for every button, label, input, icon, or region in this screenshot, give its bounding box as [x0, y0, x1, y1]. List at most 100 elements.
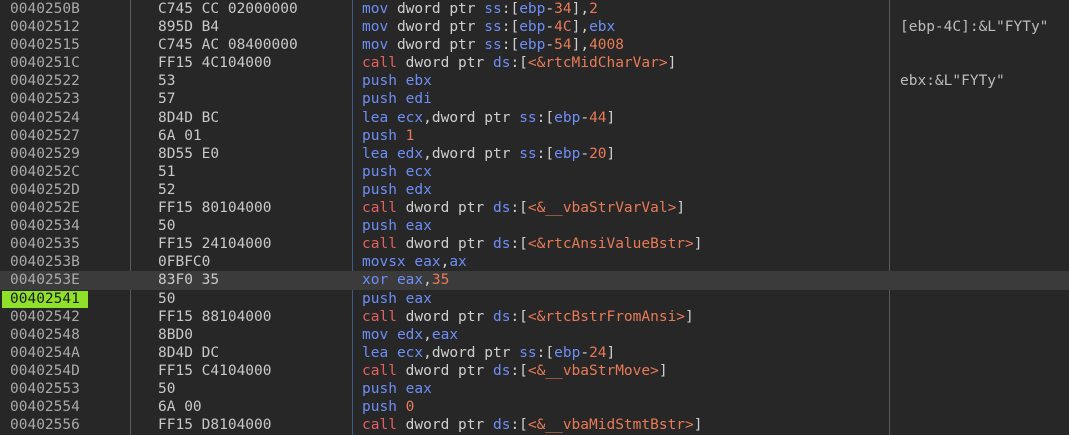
- instruction-row[interactable]: 0040253E 83F0 35 xor eax,35: [0, 271, 1069, 290]
- instruction-row[interactable]: 00402556 FF15 D8104000 call dword ptr ds:[…: [0, 416, 1069, 434]
- row-bytes: 57: [158, 91, 176, 108]
- instruction-row[interactable]: 00402548 8BD0 mov edx,eax: [0, 326, 1069, 344]
- instruction-row[interactable]: 0040250B C745 CC 02000000 mov dword ptr ss…: [0, 0, 1069, 18]
- row-instruction[interactable]: call dword ptr ds:[<&rtcBstrFromAnsi>]: [362, 308, 694, 326]
- row-address[interactable]: 00402529: [10, 145, 80, 163]
- row-instruction[interactable]: lea ecx,dword ptr ss:[ebp-44]: [362, 109, 615, 127]
- row-address[interactable]: 0040254D: [10, 362, 80, 380]
- row-address[interactable]: 0040252D: [10, 181, 80, 199]
- row-instruction[interactable]: push edx: [362, 181, 432, 199]
- row-address[interactable]: 00402515: [10, 36, 80, 54]
- row-address[interactable]: 0040251C: [10, 54, 80, 72]
- row-comment: ebx:&L"FYTy": [900, 73, 1005, 90]
- row-instruction[interactable]: push eax: [362, 380, 432, 398]
- row-bytes: 6A 00: [158, 399, 202, 416]
- row-instruction[interactable]: xor eax,35: [362, 271, 449, 289]
- instruction-row[interactable]: 00402554 6A 00 push 0: [0, 398, 1069, 416]
- row-bytes: 8BD0: [158, 326, 193, 343]
- row-instruction[interactable]: push 0: [362, 398, 414, 416]
- row-instruction[interactable]: call dword ptr ds:[<&rtcMidCharVar>]: [362, 54, 676, 72]
- row-bytes: FF15 80104000: [158, 200, 272, 217]
- row-bytes: 6A 01: [158, 127, 202, 144]
- row-address[interactable]: 0040252E: [10, 199, 80, 217]
- row-bytes: 51: [158, 163, 176, 180]
- instruction-row[interactable]: 00402512 895D B4 mov dword ptr ss:[ebp-4C]…: [0, 18, 1069, 36]
- row-bytes: FF15 C4104000: [158, 362, 272, 379]
- row-address[interactable]: 00402524: [10, 109, 80, 127]
- current-instruction-address[interactable]: 00402541: [2, 290, 88, 308]
- instruction-row[interactable]: 00402553 50 push eax: [0, 380, 1069, 398]
- row-address[interactable]: 00402556: [10, 416, 80, 434]
- instruction-row[interactable]: 0040251C FF15 4C104000 call dword ptr ds:[…: [0, 54, 1069, 72]
- instruction-row[interactable]: 00402524 8D4D BC lea ecx,dword ptr ss:[ebp…: [0, 109, 1069, 127]
- row-bytes: 895D B4: [158, 19, 220, 36]
- instruction-row[interactable]: 0040252E FF15 80104000 call dword ptr ds:[…: [0, 199, 1069, 217]
- row-bytes: 0FBFC0: [158, 254, 211, 271]
- instruction-row[interactable]: 00402527 6A 01 push 1: [0, 127, 1069, 145]
- row-instruction[interactable]: mov dword ptr ss:[ebp-54],4008: [362, 36, 624, 54]
- row-instruction[interactable]: push eax: [362, 290, 432, 308]
- row-address[interactable]: 00402553: [10, 380, 80, 398]
- instruction-row[interactable]: 0040252D 52 push edx: [0, 181, 1069, 199]
- row-address[interactable]: 0040252C: [10, 163, 80, 181]
- instruction-row[interactable]: 00402529 8D55 E0 lea edx,dword ptr ss:[ebp…: [0, 145, 1069, 163]
- row-instruction[interactable]: push ecx: [362, 163, 432, 181]
- row-bytes: 8D4D DC: [158, 344, 220, 361]
- row-instruction[interactable]: call dword ptr ds:[<&__vbaStrVarVal>]: [362, 199, 685, 217]
- row-bytes: FF15 24104000: [158, 236, 272, 253]
- row-comment: [ebp-4C]:&L"FYTy": [900, 19, 1049, 36]
- disassembly-view: 0040250B C745 CC 02000000 mov dword ptr ss…: [0, 0, 1069, 435]
- instruction-row[interactable]: 00402541 50 push eax: [0, 290, 1069, 308]
- instruction-row[interactable]: 00402534 50 push eax: [0, 217, 1069, 235]
- row-bytes: FF15 88104000: [158, 308, 272, 325]
- row-address[interactable]: 00402548: [10, 326, 80, 344]
- instruction-row[interactable]: 0040254A 8D4D DC lea ecx,dword ptr ss:[ebp…: [0, 344, 1069, 362]
- row-instruction[interactable]: mov dword ptr ss:[ebp-4C],ebx: [362, 18, 615, 36]
- row-address[interactable]: 00402534: [10, 217, 80, 235]
- row-bytes: 52: [158, 181, 176, 198]
- row-instruction[interactable]: push eax: [362, 217, 432, 235]
- row-instruction[interactable]: mov dword ptr ss:[ebp-34],2: [362, 0, 598, 18]
- disassembly-rows: 0040250B C745 CC 02000000 mov dword ptr ss…: [0, 0, 1069, 434]
- row-bytes: 50: [158, 380, 176, 397]
- row-bytes: 83F0 35: [158, 272, 220, 289]
- instruction-row[interactable]: 00402523 57 push edi: [0, 90, 1069, 108]
- row-address[interactable]: 0040250B: [10, 0, 80, 18]
- row-bytes: C745 CC 02000000: [158, 1, 298, 17]
- row-address[interactable]: 00402512: [10, 18, 80, 36]
- row-address[interactable]: 0040254A: [10, 344, 80, 362]
- row-address[interactable]: 0040253E: [10, 271, 80, 289]
- row-address[interactable]: 00402535: [10, 235, 80, 253]
- row-instruction[interactable]: call dword ptr ds:[<&__vbaMidStmtBstr>]: [362, 416, 703, 434]
- row-instruction[interactable]: lea edx,dword ptr ss:[ebp-20]: [362, 145, 615, 163]
- row-bytes: 53: [158, 73, 176, 90]
- instruction-row[interactable]: 00402535 FF15 24104000 call dword ptr ds:[…: [0, 235, 1069, 253]
- row-bytes: 8D4D BC: [158, 109, 220, 126]
- instruction-row[interactable]: 0040252C 51 push ecx: [0, 163, 1069, 181]
- row-address[interactable]: 00402527: [10, 127, 80, 145]
- row-instruction[interactable]: push ebx: [362, 72, 432, 90]
- row-instruction[interactable]: mov edx,eax: [362, 326, 458, 344]
- instruction-row[interactable]: 00402542 FF15 88104000 call dword ptr ds:[…: [0, 308, 1069, 326]
- row-address[interactable]: 00402522: [10, 72, 80, 90]
- row-instruction[interactable]: call dword ptr ds:[<&rtcAnsiValueBstr>]: [362, 235, 703, 253]
- row-bytes: FF15 4C104000: [158, 55, 272, 72]
- row-address[interactable]: 00402542: [10, 308, 80, 326]
- row-instruction[interactable]: push 1: [362, 127, 414, 145]
- instruction-row[interactable]: 0040254D FF15 C4104000 call dword ptr ds:[…: [0, 362, 1069, 380]
- row-instruction[interactable]: call dword ptr ds:[<&__vbaStrMove>]: [362, 362, 668, 380]
- instruction-row[interactable]: 00402515 C745 AC 08400000 mov dword ptr ss…: [0, 36, 1069, 54]
- row-address[interactable]: 00402554: [10, 398, 80, 416]
- row-bytes: 50: [158, 290, 176, 307]
- row-instruction[interactable]: lea ecx,dword ptr ss:[ebp-24]: [362, 344, 615, 362]
- row-bytes: 8D55 E0: [158, 145, 220, 162]
- row-instruction[interactable]: push edi: [362, 90, 432, 108]
- row-bytes: FF15 D8104000: [158, 417, 272, 434]
- row-address[interactable]: 00402523: [10, 90, 80, 108]
- row-instruction[interactable]: movsx eax,ax: [362, 253, 467, 271]
- row-bytes: 50: [158, 218, 176, 235]
- row-bytes: C745 AC 08400000: [158, 37, 298, 54]
- instruction-row[interactable]: 00402522 53 push ebx ebx:&L"FYTy": [0, 72, 1069, 90]
- row-address[interactable]: 0040253B: [10, 253, 80, 271]
- instruction-row[interactable]: 0040253B 0FBFC0 movsx eax,ax: [0, 253, 1069, 271]
